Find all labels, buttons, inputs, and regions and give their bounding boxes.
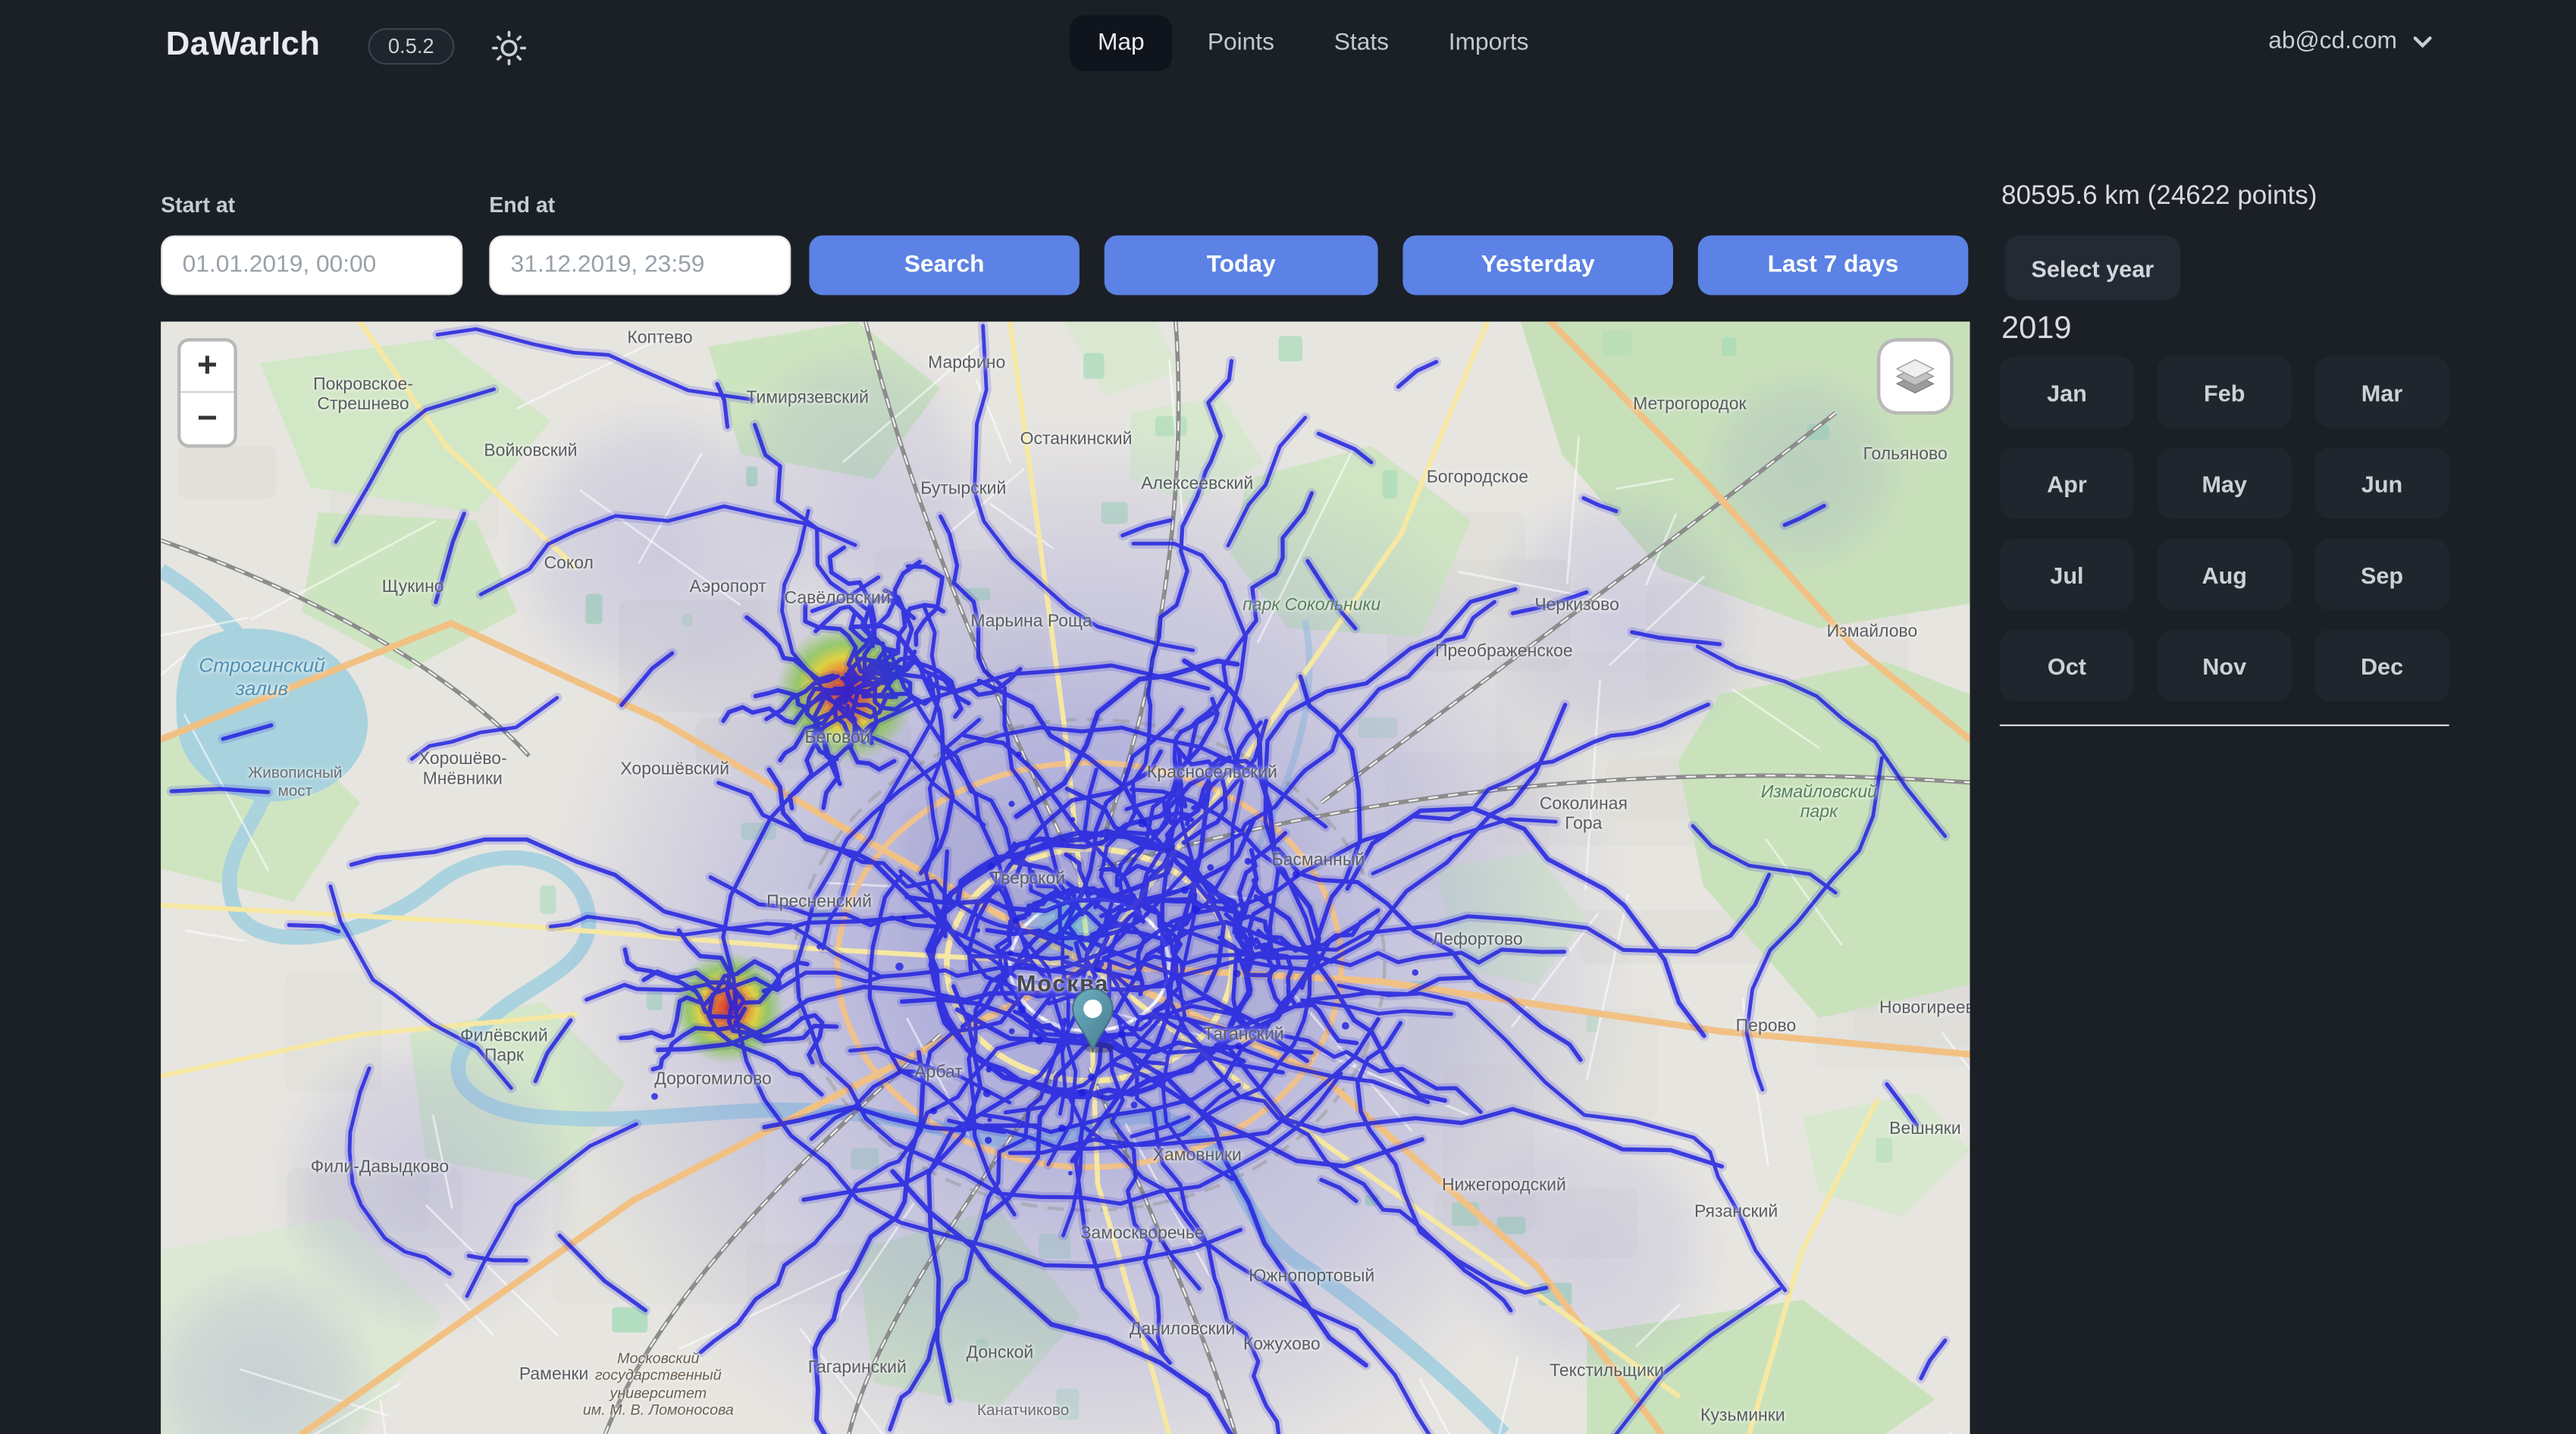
- app-header: DaWarIch 0.5.2 MapPointsStatsImports ab@…: [0, 0, 2575, 92]
- start-at-input[interactable]: [161, 236, 462, 296]
- map-tiles-art: [161, 321, 1970, 1434]
- tab-points[interactable]: Points: [1183, 15, 1299, 71]
- end-at-input[interactable]: [489, 236, 791, 296]
- zoom-out-button[interactable]: −: [180, 393, 233, 444]
- start-at-label: Start at: [161, 193, 235, 218]
- tab-imports[interactable]: Imports: [1424, 15, 1553, 71]
- sidebar-divider: [2000, 725, 2449, 726]
- month-button-nov[interactable]: Nov: [2158, 630, 2292, 701]
- month-button-may[interactable]: May: [2158, 448, 2292, 519]
- month-button-sep[interactable]: Sep: [2314, 539, 2449, 610]
- month-button-jun[interactable]: Jun: [2314, 448, 2449, 519]
- month-grid: Jan Feb Mar Apr May Jun Jul Aug Sep Oct Nov Dec: [2000, 356, 2449, 701]
- user-email: ab@cd.com: [2268, 28, 2397, 55]
- month-button-apr[interactable]: Apr: [2000, 448, 2134, 519]
- theme-toggle-sun-icon[interactable]: [489, 28, 528, 67]
- yesterday-button[interactable]: Yesterday: [1402, 236, 1673, 296]
- month-button-aug[interactable]: Aug: [2158, 539, 2292, 610]
- month-button-dec[interactable]: Dec: [2314, 630, 2449, 701]
- app-logo[interactable]: DaWarIch: [166, 27, 321, 64]
- tab-stats[interactable]: Stats: [1309, 15, 1414, 71]
- layers-control[interactable]: [1877, 338, 1954, 415]
- app-window: DaWarIch 0.5.2 MapPointsStatsImports ab@…: [0, 0, 2575, 1434]
- layers-icon: [1891, 352, 1941, 402]
- user-menu[interactable]: ab@cd.com: [2268, 28, 2433, 55]
- map-canvas[interactable]: Покровское- СтрешневоКоптевоТимирязевски…: [161, 321, 1970, 1434]
- end-at-label: End at: [489, 193, 555, 218]
- zoom-in-button[interactable]: +: [180, 342, 233, 393]
- today-button[interactable]: Today: [1105, 236, 1378, 296]
- chevron-down-icon: [2410, 30, 2433, 53]
- last-7-days-button[interactable]: Last 7 days: [1698, 236, 1969, 296]
- month-button-mar[interactable]: Mar: [2314, 356, 2449, 427]
- zoom-control: + −: [177, 338, 237, 447]
- month-button-feb[interactable]: Feb: [2158, 356, 2292, 427]
- month-button-oct[interactable]: Oct: [2000, 630, 2134, 701]
- select-year-button[interactable]: Select year: [2004, 236, 2180, 300]
- tab-map[interactable]: Map: [1070, 15, 1173, 71]
- month-button-jul[interactable]: Jul: [2000, 539, 2134, 610]
- month-button-jan[interactable]: Jan: [2000, 356, 2134, 427]
- version-badge: 0.5.2: [368, 28, 454, 64]
- search-button[interactable]: Search: [809, 236, 1080, 296]
- year-heading: 2019: [2001, 312, 2071, 348]
- location-pin-icon[interactable]: [1068, 986, 1118, 1060]
- distance-points-stat: 80595.6 km (24622 points): [2001, 183, 2317, 212]
- main-nav: MapPointsStatsImports: [1070, 15, 1554, 71]
